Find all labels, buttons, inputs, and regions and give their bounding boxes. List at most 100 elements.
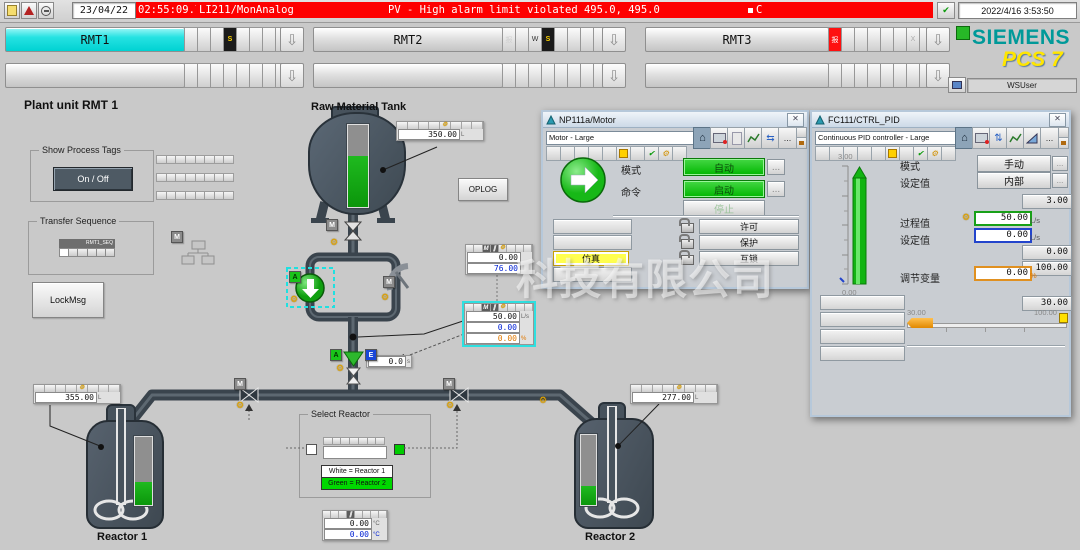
faceplate-icon [815,115,825,125]
mv-slider-handle[interactable] [907,318,933,328]
divider [613,215,799,217]
m-badge: M [482,304,491,311]
stop-button[interactable]: 停止 [683,200,765,216]
pv-value[interactable]: 0.00 [324,518,372,529]
sp-unit: L/s [1030,233,1040,242]
pid-tagbox[interactable]: M∥⚙ 50.00L/s 0.00 0.00% [464,303,534,345]
pv-unit: L/s [1030,216,1040,225]
pv-bargraph [820,160,890,290]
toolbar-cell[interactable] [815,146,830,161]
sp-label: 设定值 [900,232,930,247]
protection-button[interactable]: 保护 [699,235,799,250]
sp-source-button[interactable]: 内部 [977,172,1051,189]
interlock-button[interactable]: 互锁 [699,251,799,266]
ramp-icon [1026,132,1039,145]
maintenance-icon: ⚙ [442,121,447,130]
temp-tagbox[interactable]: ∥ 0.00°C 0.00°C [322,510,388,541]
flow-tagbox[interactable]: M∥⚙ 0.00 76.00 [465,244,533,275]
more-views-button[interactable]: ... [778,127,797,149]
mv-label: 调节变量 [900,270,940,285]
maintenance-icon[interactable]: ⚙ [928,146,942,161]
close-button[interactable]: ✕ [1049,113,1066,127]
level-value[interactable]: 350.00 [398,129,460,140]
sp-value[interactable]: 0.00 [324,529,372,540]
external-badge: E [365,349,377,361]
permission-button[interactable]: 许可 [699,219,799,234]
slider-tick [946,328,947,332]
unit: L [695,395,698,401]
m-badge: M [234,378,246,390]
faceplate-icon [546,115,556,125]
level-value[interactable]: 355.00 [35,392,97,403]
unit: s [407,359,410,365]
status-field [820,346,905,361]
mv-unit: % [1030,271,1037,280]
command-label: 命令 [621,184,641,199]
m-badge: M [443,378,455,390]
pid-faceplate-titlebar[interactable]: FC111/CTRL_PID ✕ [812,112,1069,128]
motor-faceplate-titlebar[interactable]: NP111a/Motor ✕ [543,112,807,128]
reactor1-tagbox[interactable]: ⚙ 355.00L [33,384,121,404]
snapshot-button[interactable] [796,137,807,149]
status-field [820,329,905,344]
out-value[interactable]: 0.00 [466,333,520,344]
command-more-button[interactable]: ... [767,181,785,197]
motor-run-indicator [557,154,611,208]
pv-value[interactable]: 50.00 [466,311,520,322]
maintenance-icon: ⚙ [381,293,389,302]
printer-icon [975,133,988,143]
maintenance-icon[interactable]: ⚙ [659,146,673,161]
pv-field[interactable]: 50.00 [974,211,1032,226]
batch-icon[interactable] [617,146,631,161]
pv-value[interactable]: 0.00 [467,252,521,263]
status-field [553,235,632,250]
trend-icon [1009,132,1022,145]
snapshot-button[interactable] [1058,137,1069,149]
mode-value-button[interactable]: 手动 [977,155,1051,172]
auto-badge: A [330,349,342,361]
status-field [820,312,905,327]
ack-icon[interactable]: ✔ [645,146,659,161]
toolbar-cell[interactable] [858,146,872,161]
document-icon [732,132,742,145]
divider [907,345,1065,347]
open-lock-icon [681,239,694,249]
raw-tank-tagbox[interactable]: ⚙ 350.00L [396,121,484,141]
unit: L [98,395,101,401]
snapshot-icon [1061,141,1066,145]
window-title: NP111a/Motor [559,115,616,125]
batch-icon[interactable] [886,146,900,161]
maintenance-icon: ⚙ [446,401,454,410]
toolbar-cell[interactable] [942,146,956,161]
unit: % [521,336,526,342]
command-value-button[interactable]: 启动 [683,180,765,198]
maintenance-icon: ⚙ [539,396,547,405]
sp-source-more-button[interactable]: ... [1052,173,1068,188]
up-down-icon: ⇅ [994,133,1002,144]
faceplate-cells: ✔⚙ [815,146,956,161]
m-badge: M [383,276,395,288]
level-value[interactable]: 277.00 [632,392,694,403]
slider-tick [985,328,986,332]
sp-value[interactable]: 76.00 [467,263,521,274]
toolbar-cell[interactable] [631,146,645,161]
sp-value[interactable]: 0.00 [466,322,520,333]
trend-icon [747,132,760,145]
more-views-button[interactable]: ... [1040,127,1059,149]
toolbar-cell[interactable] [872,146,886,161]
mode-value-button[interactable]: 自动 [683,158,765,176]
home-icon: ⌂ [961,132,968,144]
pid-faceplate: FC111/CTRL_PID ✕ Continuous PID controll… [810,110,1071,417]
close-button[interactable]: ✕ [787,113,804,127]
valve-icon[interactable] [345,222,361,240]
sp-field[interactable]: 0.00 [974,228,1032,243]
control-valve-icon[interactable] [344,352,363,384]
status-field [553,219,632,234]
status-field [820,295,905,310]
reactor2-tagbox[interactable]: ⚙ 277.00L [630,384,718,404]
window-title: FC111/CTRL_PID [828,115,900,125]
mode-more-button[interactable]: ... [767,159,785,175]
maintenance-icon: ⚙ [962,213,970,222]
mode-more-button[interactable]: ... [1052,156,1068,171]
mv-field[interactable]: 0.00 [974,266,1032,281]
